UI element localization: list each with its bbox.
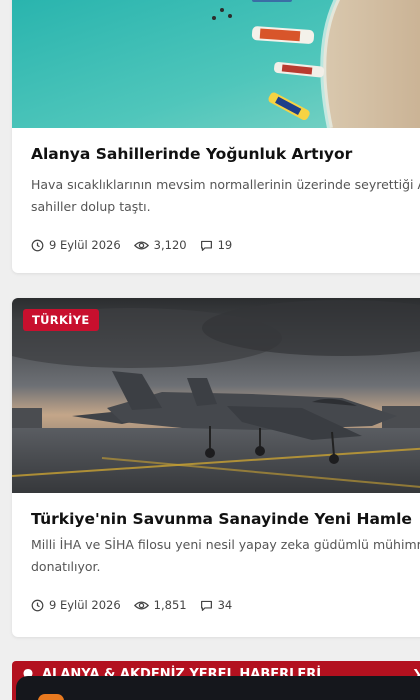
views-count: 3,120 — [153, 238, 187, 252]
article-card[interactable]: TÜRKİYE Türkiye'nin Savunma Sanayinde Ye… — [12, 298, 420, 637]
comments-count: 34 — [217, 598, 233, 612]
article-image-beach[interactable] — [12, 0, 420, 128]
article-comments[interactable]: 19 — [200, 238, 233, 252]
date-text: 9 Eylül 2026 — [49, 598, 121, 612]
category-badge[interactable]: TÜRKİYE — [23, 309, 99, 331]
bottom-dock — [16, 676, 420, 700]
comment-icon — [200, 600, 212, 611]
comments-count: 19 — [217, 238, 233, 252]
app-icon[interactable] — [38, 694, 64, 700]
article-date: 9 Eylül 2026 — [31, 598, 121, 612]
article-date: 9 Eylül 2026 — [31, 238, 121, 252]
views-count: 1,851 — [153, 598, 187, 612]
article-title[interactable]: Alanya Sahillerinde Yoğunluk Artıyor — [31, 144, 413, 164]
article-meta: 9 Eylül 2026 3,120 19 — [31, 238, 413, 252]
article-excerpt-line: Milli İHA ve SİHA filosu yeni nesil yapa… — [31, 537, 420, 552]
article-views: 3,120 — [133, 238, 187, 252]
date-text: 9 Eylül 2026 — [49, 238, 121, 252]
article-excerpt-line: donatılıyor. — [31, 559, 101, 574]
article-excerpt: Milli İHA ve SİHA filosu yeni nesil yapa… — [31, 534, 420, 578]
article-views: 1,851 — [133, 598, 187, 612]
article-comments[interactable]: 34 — [200, 598, 233, 612]
article-excerpt-line: Hava sıcaklıklarının mevsim normallerini… — [31, 177, 420, 192]
eye-icon — [133, 241, 149, 249]
article-image-jet[interactable]: TÜRKİYE — [12, 298, 420, 493]
article-meta: 9 Eylül 2026 1,851 34 — [31, 598, 413, 612]
article-excerpt: Hava sıcaklıklarının mevsim normallerini… — [31, 174, 420, 218]
article-excerpt-line: sahiller dolup taştı. — [31, 199, 151, 214]
comment-icon — [200, 240, 212, 251]
eye-icon — [133, 601, 149, 609]
article-card[interactable]: Alanya Sahillerinde Yoğunluk Artıyor Hav… — [12, 0, 420, 273]
clock-icon — [31, 599, 44, 611]
clock-icon — [31, 239, 44, 251]
article-title[interactable]: Türkiye'nin Savunma Sanayinde Yeni Hamle — [31, 509, 413, 529]
